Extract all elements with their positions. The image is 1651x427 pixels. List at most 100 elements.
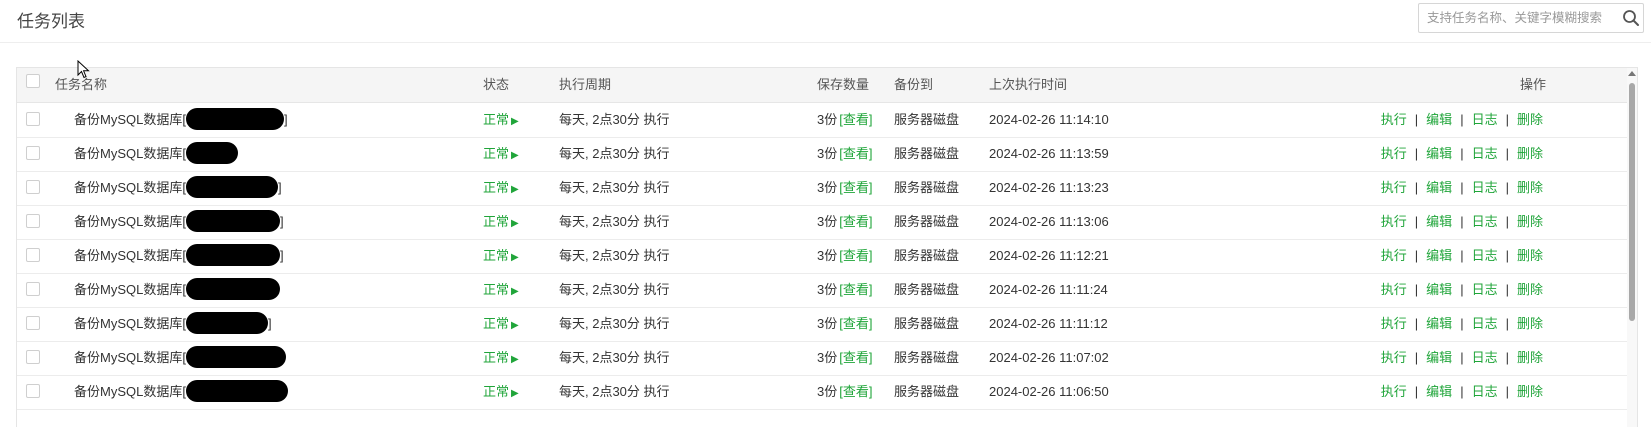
status-cell[interactable]: 正常 ▶ bbox=[483, 171, 519, 205]
delete-link[interactable]: 删除 bbox=[1517, 180, 1543, 195]
play-icon[interactable]: ▶ bbox=[511, 116, 519, 127]
log-link[interactable]: 日志 bbox=[1472, 180, 1498, 195]
view-link[interactable]: [查看] bbox=[839, 384, 872, 399]
view-link[interactable]: [查看] bbox=[839, 350, 872, 365]
edit-link[interactable]: 编辑 bbox=[1426, 180, 1452, 195]
play-icon[interactable]: ▶ bbox=[511, 388, 519, 399]
row-checkbox[interactable] bbox=[26, 282, 40, 296]
row-checkbox[interactable] bbox=[26, 350, 40, 364]
delete-link[interactable]: 删除 bbox=[1517, 350, 1543, 365]
log-link[interactable]: 日志 bbox=[1472, 248, 1498, 263]
delete-link[interactable]: 删除 bbox=[1517, 316, 1543, 331]
dest-cell: 服务器磁盘 bbox=[894, 282, 960, 297]
status-cell[interactable]: 正常 ▶ bbox=[483, 273, 519, 307]
row-checkbox[interactable] bbox=[26, 248, 40, 262]
status-cell[interactable]: 正常 ▶ bbox=[483, 375, 519, 409]
task-name-close: ] bbox=[283, 112, 288, 127]
run-link[interactable]: 执行 bbox=[1381, 146, 1407, 161]
play-icon[interactable]: ▶ bbox=[511, 252, 519, 263]
row-checkbox[interactable] bbox=[26, 214, 40, 228]
delete-link[interactable]: 删除 bbox=[1517, 282, 1543, 297]
log-link[interactable]: 日志 bbox=[1472, 316, 1498, 331]
table-row[interactable]: 备份MySQL数据库[正常 ▶ 每天, 2点30分 执行 3份 [查看] 服务器磁盘 202… bbox=[17, 137, 1637, 172]
view-link[interactable]: [查看] bbox=[839, 282, 872, 297]
run-link[interactable]: 执行 bbox=[1381, 316, 1407, 331]
edit-link[interactable]: 编辑 bbox=[1426, 112, 1452, 127]
dest-cell: 服务器磁盘 bbox=[894, 180, 960, 195]
row-checkbox[interactable] bbox=[26, 112, 40, 126]
run-link[interactable]: 执行 bbox=[1381, 282, 1407, 297]
row-checkbox[interactable] bbox=[26, 316, 40, 330]
scroll-up-arrow-icon[interactable] bbox=[1628, 71, 1636, 76]
log-link[interactable]: 日志 bbox=[1472, 384, 1498, 399]
separator: | bbox=[1460, 112, 1464, 127]
delete-link[interactable]: 删除 bbox=[1517, 112, 1543, 127]
row-checkbox[interactable] bbox=[26, 384, 40, 398]
table-row[interactable]: 备份MySQL数据库[正常 ▶ 每天, 2点30分 执行 3份 [查看] 服务器磁盘 202… bbox=[17, 273, 1637, 308]
view-link[interactable]: [查看] bbox=[839, 214, 872, 229]
run-link[interactable]: 执行 bbox=[1381, 180, 1407, 195]
view-link[interactable]: [查看] bbox=[839, 112, 872, 127]
play-icon[interactable]: ▶ bbox=[511, 354, 519, 365]
status-cell[interactable]: 正常 ▶ bbox=[483, 307, 519, 341]
play-icon[interactable]: ▶ bbox=[511, 218, 519, 229]
count-value: 3份 bbox=[817, 112, 838, 127]
table-row[interactable]: 备份MySQL数据库[] 正常 ▶ 每天, 2点30分 执行 3份 [查看] 服务器磁盘 20… bbox=[17, 171, 1637, 206]
delete-link[interactable]: 删除 bbox=[1517, 146, 1543, 161]
search-input[interactable] bbox=[1419, 4, 1617, 32]
row-checkbox[interactable] bbox=[26, 180, 40, 194]
status-cell[interactable]: 正常 ▶ bbox=[483, 205, 519, 239]
separator: | bbox=[1460, 282, 1464, 297]
edit-link[interactable]: 编辑 bbox=[1426, 282, 1452, 297]
search-box[interactable] bbox=[1418, 3, 1644, 33]
play-icon[interactable]: ▶ bbox=[511, 150, 519, 161]
separator: | bbox=[1505, 214, 1509, 229]
delete-link[interactable]: 删除 bbox=[1517, 248, 1543, 263]
edit-link[interactable]: 编辑 bbox=[1426, 316, 1452, 331]
table-row[interactable]: 备份MySQL数据库[正常 ▶ 每天, 2点30分 执行 3份 [查看] 服务器磁盘 202… bbox=[17, 341, 1637, 376]
edit-link[interactable]: 编辑 bbox=[1426, 248, 1452, 263]
status-text: 正常 bbox=[483, 214, 510, 229]
delete-link[interactable]: 删除 bbox=[1517, 214, 1543, 229]
run-link[interactable]: 执行 bbox=[1381, 214, 1407, 229]
play-icon[interactable]: ▶ bbox=[511, 320, 519, 331]
status-cell[interactable]: 正常 ▶ bbox=[483, 137, 519, 171]
status-cell[interactable]: 正常 ▶ bbox=[483, 103, 519, 137]
log-link[interactable]: 日志 bbox=[1472, 112, 1498, 127]
table-row[interactable]: 备份MySQL数据库[] 正常 ▶ 每天, 2点30分 执行 3份 [查看] 服务器磁盘 20… bbox=[17, 205, 1637, 240]
table-row[interactable]: 备份MySQL数据库[] 正常 ▶ 每天, 2点30分 执行 3份 [查看] 服务器磁盘 20… bbox=[17, 307, 1637, 342]
play-icon[interactable]: ▶ bbox=[511, 184, 519, 195]
log-link[interactable]: 日志 bbox=[1472, 146, 1498, 161]
run-link[interactable]: 执行 bbox=[1381, 384, 1407, 399]
run-link[interactable]: 执行 bbox=[1381, 112, 1407, 127]
view-link[interactable]: [查看] bbox=[839, 316, 872, 331]
play-icon[interactable]: ▶ bbox=[511, 286, 519, 297]
row-checkbox[interactable] bbox=[26, 146, 40, 160]
status-cell[interactable]: 正常 ▶ bbox=[483, 239, 519, 273]
vertical-scrollbar[interactable] bbox=[1627, 68, 1637, 427]
select-all-checkbox[interactable] bbox=[26, 74, 40, 88]
count-value: 3份 bbox=[817, 180, 838, 195]
edit-link[interactable]: 编辑 bbox=[1426, 350, 1452, 365]
view-link[interactable]: [查看] bbox=[839, 146, 872, 161]
edit-link[interactable]: 编辑 bbox=[1426, 146, 1452, 161]
count-cell: 3份 [查看] bbox=[817, 137, 872, 171]
edit-link[interactable]: 编辑 bbox=[1426, 384, 1452, 399]
log-link[interactable]: 日志 bbox=[1472, 350, 1498, 365]
edit-link[interactable]: 编辑 bbox=[1426, 214, 1452, 229]
table-row[interactable]: 备份MySQL数据库[] 正常 ▶ 每天, 2点30分 执行 3份 [查看] 服务器磁盘 20… bbox=[17, 103, 1637, 138]
table-row[interactable]: 备份MySQL数据库[] 正常 ▶ 每天, 2点30分 执行 3份 [查看] 服务器磁盘 20… bbox=[17, 239, 1637, 274]
delete-link[interactable]: 删除 bbox=[1517, 384, 1543, 399]
search-icon[interactable] bbox=[1621, 8, 1641, 28]
view-link[interactable]: [查看] bbox=[839, 248, 872, 263]
redaction-mark bbox=[185, 278, 280, 301]
view-link[interactable]: [查看] bbox=[839, 180, 872, 195]
scrollbar-thumb[interactable] bbox=[1629, 83, 1635, 321]
run-link[interactable]: 执行 bbox=[1381, 350, 1407, 365]
task-name-cell: 备份MySQL数据库[ bbox=[74, 137, 238, 171]
table-row[interactable]: 备份MySQL数据库[正常 ▶ 每天, 2点30分 执行 3份 [查看] 服务器磁盘 202… bbox=[17, 375, 1637, 410]
log-link[interactable]: 日志 bbox=[1472, 282, 1498, 297]
run-link[interactable]: 执行 bbox=[1381, 248, 1407, 263]
status-cell[interactable]: 正常 ▶ bbox=[483, 341, 519, 375]
log-link[interactable]: 日志 bbox=[1472, 214, 1498, 229]
